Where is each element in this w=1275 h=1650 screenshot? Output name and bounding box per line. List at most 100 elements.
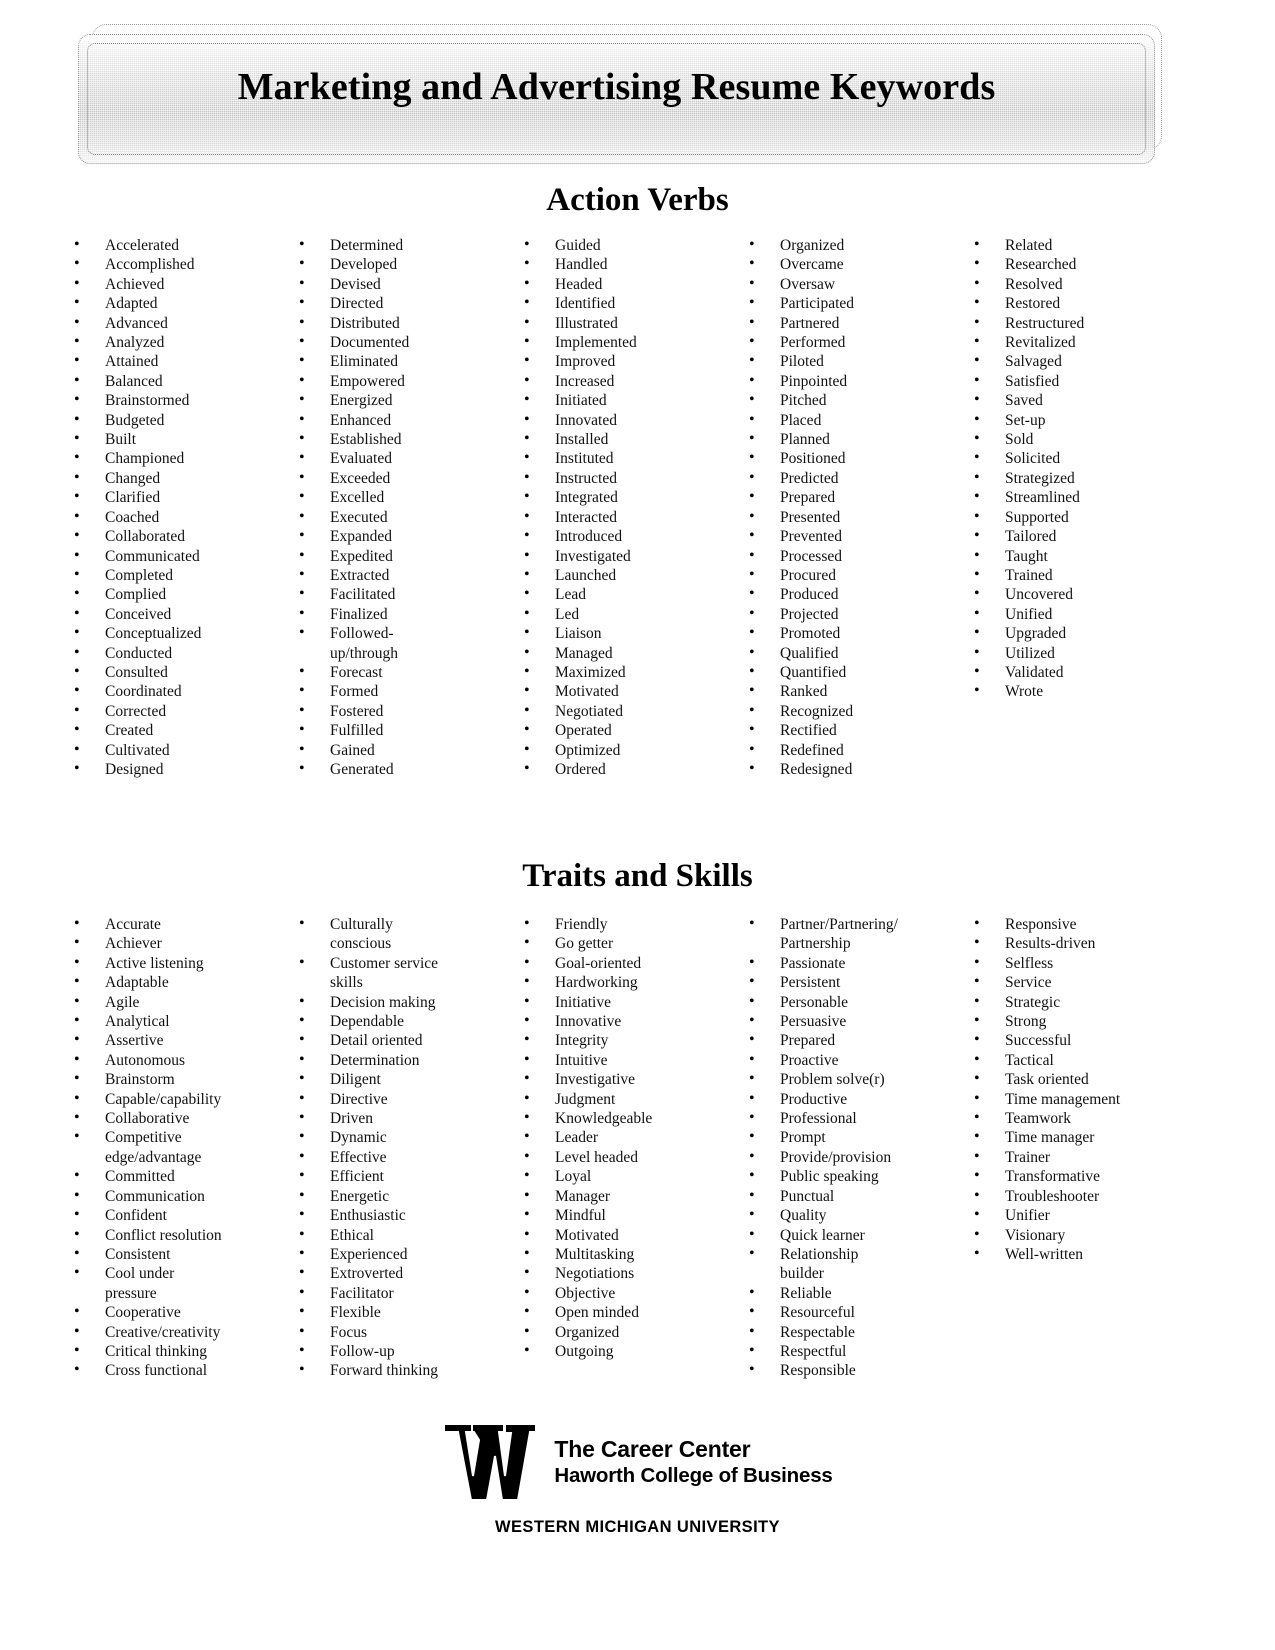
keyword-item: Effective bbox=[285, 1147, 510, 1167]
keyword-item: Manager bbox=[510, 1186, 735, 1206]
keyword-item: Detail oriented bbox=[285, 1030, 510, 1050]
keyword-item: Supported bbox=[960, 507, 1185, 527]
keyword-item: Processed bbox=[735, 545, 960, 566]
keyword-item: Placed bbox=[735, 410, 960, 430]
keyword-item: Autonomous bbox=[60, 1050, 285, 1070]
keyword-item: Selfless bbox=[960, 953, 1185, 973]
keyword-item: Taught bbox=[960, 545, 1185, 566]
keyword-item: Procured bbox=[735, 565, 960, 585]
keyword-item: Negotiated bbox=[510, 701, 735, 721]
keyword-item: Led bbox=[510, 604, 735, 624]
keyword-item: Expanded bbox=[285, 526, 510, 546]
keyword-item: Strategic bbox=[960, 992, 1185, 1012]
keyword-item: Resolved bbox=[960, 274, 1185, 294]
keyword-item: Level headed bbox=[510, 1147, 735, 1167]
keyword-item: Fostered bbox=[285, 701, 510, 721]
keyword-item: Attained bbox=[60, 351, 285, 371]
keyword-item: Trainer bbox=[960, 1147, 1185, 1167]
keyword-item: Restored bbox=[960, 293, 1185, 313]
keyword-item: Documented bbox=[285, 332, 510, 352]
keyword-item: Presented bbox=[735, 507, 960, 527]
keyword-item: Overcame bbox=[735, 254, 960, 274]
keyword-item: Redefined bbox=[735, 740, 960, 760]
footer-logo-row: The Career Center Haworth College of Bus… bbox=[442, 1420, 833, 1504]
keyword-item: Friendly bbox=[510, 914, 735, 934]
action-verbs-column-1: AcceleratedAccomplishedAchievedAdaptedAd… bbox=[60, 235, 285, 779]
traits-and-skills-columns: AccurateAchieverActive listeningAdaptabl… bbox=[60, 914, 1220, 1381]
keyword-item: Clarified bbox=[60, 487, 285, 507]
keyword-item: Promoted bbox=[735, 623, 960, 643]
keyword-item: Hardworking bbox=[510, 972, 735, 992]
keyword-item: Energetic bbox=[285, 1186, 510, 1206]
keyword-item: Predicted bbox=[735, 468, 960, 488]
keyword-item: Built bbox=[60, 429, 285, 449]
keyword-item: Diligent bbox=[285, 1069, 510, 1089]
keyword-item: Objective bbox=[510, 1283, 735, 1303]
keyword-item: Successful bbox=[960, 1030, 1185, 1050]
keyword-item: Confident bbox=[60, 1205, 285, 1225]
keyword-item: Forecast bbox=[285, 662, 510, 682]
college-label: Haworth College of Business bbox=[554, 1464, 833, 1488]
keyword-item: Validated bbox=[960, 662, 1185, 682]
keyword-item: Liaison bbox=[510, 623, 735, 643]
keyword-item: Communication bbox=[60, 1186, 285, 1206]
keyword-item: Integrated bbox=[510, 487, 735, 507]
keyword-item: Cool under pressure bbox=[60, 1263, 285, 1303]
keyword-item: Redesigned bbox=[735, 759, 960, 779]
keyword-item: Active listening bbox=[60, 953, 285, 973]
keyword-item: Multitasking bbox=[510, 1244, 735, 1264]
keyword-item: Well-written bbox=[960, 1244, 1185, 1264]
keyword-item: Upgraded bbox=[960, 623, 1185, 643]
keyword-item: Collaborated bbox=[60, 526, 285, 546]
keyword-item: Critical thinking bbox=[60, 1341, 285, 1361]
keyword-item: Visionary bbox=[960, 1224, 1185, 1245]
keyword-item: Troubleshooter bbox=[960, 1186, 1185, 1206]
traits-column-2: Culturally consciousCustomer service ski… bbox=[285, 914, 510, 1381]
keyword-item: Creative/creativity bbox=[60, 1322, 285, 1342]
keyword-item: Passionate bbox=[735, 953, 960, 973]
keyword-item: Balanced bbox=[60, 371, 285, 391]
keyword-item: Unifier bbox=[960, 1205, 1185, 1225]
keyword-item: Forward thinking bbox=[285, 1360, 510, 1380]
keyword-list: GuidedHandledHeadedIdentifiedIllustrated… bbox=[510, 235, 735, 779]
keyword-item: Facilitator bbox=[285, 1283, 510, 1303]
keyword-item: Follow-up bbox=[285, 1341, 510, 1361]
keyword-item: Brainstormed bbox=[60, 390, 285, 410]
university-label: WESTERN MICHIGAN UNIVERSITY bbox=[495, 1518, 780, 1536]
keyword-item: Innovated bbox=[510, 410, 735, 430]
keyword-item: Culturally conscious bbox=[285, 914, 510, 954]
keyword-item: Cross functional bbox=[60, 1360, 285, 1380]
keyword-item: Performed bbox=[735, 332, 960, 352]
keyword-item: Driven bbox=[285, 1108, 510, 1128]
keyword-item: Customer service skills bbox=[285, 953, 510, 993]
keyword-item: Maximized bbox=[510, 662, 735, 682]
keyword-item: Personable bbox=[735, 992, 960, 1012]
keyword-item: Outgoing bbox=[510, 1341, 735, 1361]
keyword-item: Satisfied bbox=[960, 371, 1185, 391]
keyword-item: Leader bbox=[510, 1127, 735, 1147]
keyword-item: Trained bbox=[960, 565, 1185, 585]
keyword-item: Knowledgeable bbox=[510, 1108, 735, 1128]
keyword-item: Quality bbox=[735, 1205, 960, 1225]
keyword-item: Changed bbox=[60, 468, 285, 488]
keyword-item: Initiative bbox=[510, 992, 735, 1012]
keyword-item: Championed bbox=[60, 448, 285, 468]
keyword-item: Adaptable bbox=[60, 972, 285, 992]
keyword-item: Responsive bbox=[960, 914, 1185, 934]
keyword-item: Initiated bbox=[510, 390, 735, 410]
keyword-item: Budgeted bbox=[60, 410, 285, 430]
keyword-item: Adapted bbox=[60, 293, 285, 313]
action-verbs-column-4: OrganizedOvercameOversawParticipatedPart… bbox=[735, 235, 960, 779]
keyword-item: Researched bbox=[960, 254, 1185, 274]
keyword-item: Finalized bbox=[285, 604, 510, 624]
keyword-item: Projected bbox=[735, 604, 960, 624]
keyword-item: Unified bbox=[960, 604, 1185, 624]
keyword-item: Negotiations bbox=[510, 1263, 735, 1283]
keyword-item: Followed- up/through bbox=[285, 623, 510, 663]
keyword-item: Conceptualized bbox=[60, 623, 285, 643]
keyword-item: Intuitive bbox=[510, 1050, 735, 1070]
keyword-list: Culturally consciousCustomer service ski… bbox=[285, 914, 510, 1381]
keyword-item: Enthusiastic bbox=[285, 1205, 510, 1225]
keyword-item: Achiever bbox=[60, 933, 285, 953]
keyword-item: Responsible bbox=[735, 1360, 960, 1380]
